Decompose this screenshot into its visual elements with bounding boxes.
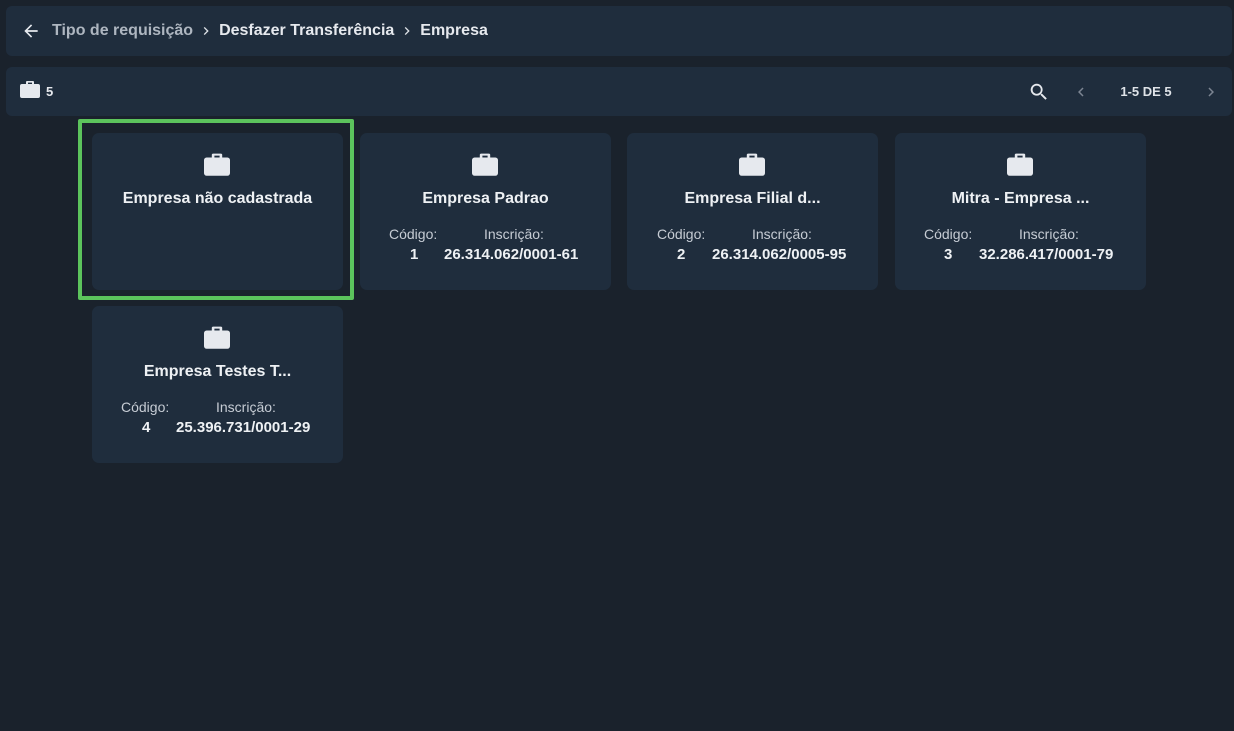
company-card[interactable]: Empresa não cadastrada <box>92 133 343 290</box>
briefcase-icon <box>204 325 230 349</box>
codigo-value: 2 <box>677 246 686 263</box>
briefcase-icon <box>1007 152 1033 176</box>
breadcrumb-item-desfazer-transferencia[interactable]: Desfazer Transferência <box>219 22 394 40</box>
toolbar-actions: 1-5 DE 5 <box>1024 67 1232 116</box>
codigo-label: Código: <box>657 226 706 242</box>
inscricao-value: 32.286.417/0001-79 <box>979 246 1114 263</box>
pagination-label: 1-5 DE 5 <box>1120 84 1172 99</box>
briefcase-icon <box>204 152 230 176</box>
codigo-label: Código: <box>389 226 438 242</box>
company-name: Empresa Filial d... <box>684 190 821 207</box>
chevron-right-icon[interactable] <box>1196 77 1226 107</box>
chevron-right-icon <box>196 21 216 41</box>
briefcase-icon <box>20 80 40 103</box>
chevron-right-icon <box>397 21 417 41</box>
inscricao-value: 25.396.731/0001-29 <box>176 419 311 436</box>
breadcrumb-item-tipo-requisicao[interactable]: Tipo de requisição <box>52 22 193 40</box>
inscricao-label: Inscrição: <box>484 226 544 242</box>
inscricao-label: Inscrição: <box>1019 226 1079 242</box>
company-card[interactable]: Empresa Filial d... Código: Inscrição: 2… <box>627 133 878 290</box>
company-name: Mitra - Empresa ... <box>951 190 1090 207</box>
codigo-value: 4 <box>142 419 151 436</box>
breadcrumb: Tipo de requisição Desfazer Transferênci… <box>52 21 488 41</box>
company-card[interactable]: Mitra - Empresa ... Código: Inscrição: 3… <box>895 133 1146 290</box>
count-value: 5 <box>46 84 54 99</box>
chevron-left-icon[interactable] <box>1066 77 1096 107</box>
back-arrow-icon[interactable] <box>20 20 42 42</box>
briefcase-icon <box>739 152 765 176</box>
company-card[interactable]: Empresa Padrao Código: Inscrição: 1 26.3… <box>360 133 611 290</box>
company-card[interactable]: Empresa Testes T... Código: Inscrição: 4… <box>92 306 343 463</box>
breadcrumb-bar: Tipo de requisição Desfazer Transferênci… <box>6 6 1232 56</box>
inscricao-value: 26.314.062/0001-61 <box>444 246 579 263</box>
breadcrumb-item-empresa: Empresa <box>420 22 488 39</box>
codigo-value: 1 <box>410 246 419 263</box>
company-name: Empresa Testes T... <box>143 363 292 380</box>
search-icon[interactable] <box>1024 77 1054 107</box>
codigo-label: Código: <box>121 399 170 415</box>
toolbar: 5 1-5 DE 5 <box>6 67 1232 116</box>
company-name: Empresa não cadastrada <box>122 190 313 207</box>
codigo-value: 3 <box>944 246 953 263</box>
briefcase-icon <box>472 152 498 176</box>
inscricao-value: 26.314.062/0005-95 <box>712 246 847 263</box>
inscricao-label: Inscrição: <box>752 226 812 242</box>
record-count: 5 <box>20 80 53 103</box>
inscricao-label: Inscrição: <box>216 399 276 415</box>
codigo-label: Código: <box>924 226 973 242</box>
company-name: Empresa Padrao <box>422 190 549 207</box>
